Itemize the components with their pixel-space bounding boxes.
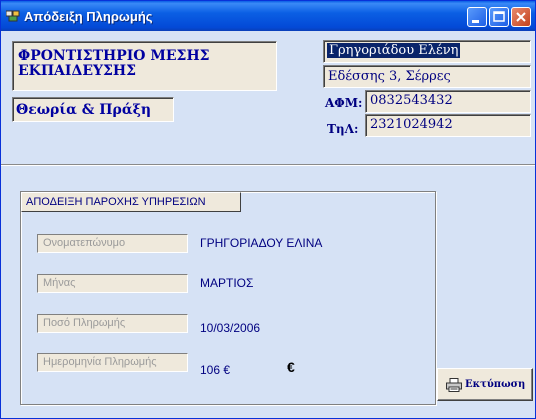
receipt-group-title: ΑΠΟΔΕΙΞΗ ΠΑΡΟΧΗΣ ΥΠΗΡΕΣΙΩΝ bbox=[26, 196, 206, 208]
currency-symbol: € bbox=[287, 359, 295, 375]
amount-label: Ποσό Πληρωμής bbox=[43, 317, 126, 329]
subtitle-text: Θεωρία & Πράξη bbox=[16, 102, 152, 118]
amount-value: 10/03/2006 bbox=[200, 321, 261, 335]
close-icon bbox=[516, 12, 526, 22]
receipt-group-header: ΑΠΟΔΕΙΞΗ ΠΑΡΟΧΗΣ ΥΠΗΡΕΣΙΩΝ bbox=[21, 192, 241, 212]
print-button[interactable]: Εκτύπωση bbox=[437, 368, 533, 401]
fullname-label-box: Ονοματεπώνυμο bbox=[37, 234, 188, 253]
payment-receipt-window: Απόδειξη Πληρωμής ΦΡΟΝΤΙΣΤΗΡΙΟ ΜΕΣΗΣ ΕΚΠ… bbox=[0, 0, 536, 419]
month-label: Μήνας bbox=[43, 277, 76, 289]
payment-date-label-box: Ημερομηνία Πληρωμής bbox=[37, 353, 188, 372]
print-label: Εκτύπωση bbox=[465, 379, 526, 390]
customer-address-value: Εδέσσης 3, Σέρρες bbox=[328, 69, 451, 84]
app-icon bbox=[6, 10, 20, 22]
customer-address-field[interactable]: Εδέσσης 3, Σέρρες bbox=[323, 65, 531, 88]
phone-label: ΤηΛ: bbox=[327, 122, 359, 136]
amount-label-box: Ποσό Πληρωμής bbox=[37, 314, 188, 333]
window-title: Απόδειξη Πληρωμής bbox=[24, 9, 153, 24]
fullname-value: ΓΡΗΓΟΡΙΑΔΟΥ ΕΛΙΝΑ bbox=[200, 236, 323, 250]
afm-label: ΑΦΜ: bbox=[325, 96, 363, 110]
separator bbox=[1, 164, 535, 166]
afm-field[interactable]: 0832543432 bbox=[365, 90, 531, 113]
maximize-icon bbox=[493, 11, 505, 22]
title-bar[interactable]: Απόδειξη Πληρωμής bbox=[1, 1, 535, 31]
printer-icon bbox=[446, 378, 462, 392]
customer-name-value: Γρηγοριάδου Ελένη bbox=[327, 43, 461, 58]
subtitle-box: Θεωρία & Πράξη bbox=[12, 97, 174, 122]
phone-value: 2321024942 bbox=[370, 117, 453, 132]
payment-date-label: Ημερομηνία Πληρωμής bbox=[43, 356, 157, 368]
month-label-box: Μήνας bbox=[37, 274, 188, 293]
fullname-label: Ονοματεπώνυμο bbox=[43, 237, 126, 249]
organization-box: ΦΡΟΝΤΙΣΤΗΡΙΟ ΜΕΣΗΣ ΕΚΠΑΙΔΕΥΣΗΣ bbox=[12, 41, 277, 91]
minimize-button[interactable] bbox=[467, 7, 487, 27]
close-button[interactable] bbox=[511, 7, 531, 27]
organization-name: ΦΡΟΝΤΙΣΤΗΡΙΟ ΜΕΣΗΣ ΕΚΠΑΙΔΕΥΣΗΣ bbox=[18, 48, 210, 79]
afm-value: 0832543432 bbox=[370, 93, 453, 108]
phone-field[interactable]: 2321024942 bbox=[365, 114, 531, 137]
maximize-button[interactable] bbox=[489, 7, 509, 27]
minimize-icon bbox=[472, 20, 479, 23]
month-value: ΜΑΡΤΙΟΣ bbox=[200, 276, 254, 290]
customer-name-field[interactable]: Γρηγοριάδου Ελένη bbox=[323, 40, 531, 63]
payment-date-value: 106 € bbox=[200, 363, 231, 377]
